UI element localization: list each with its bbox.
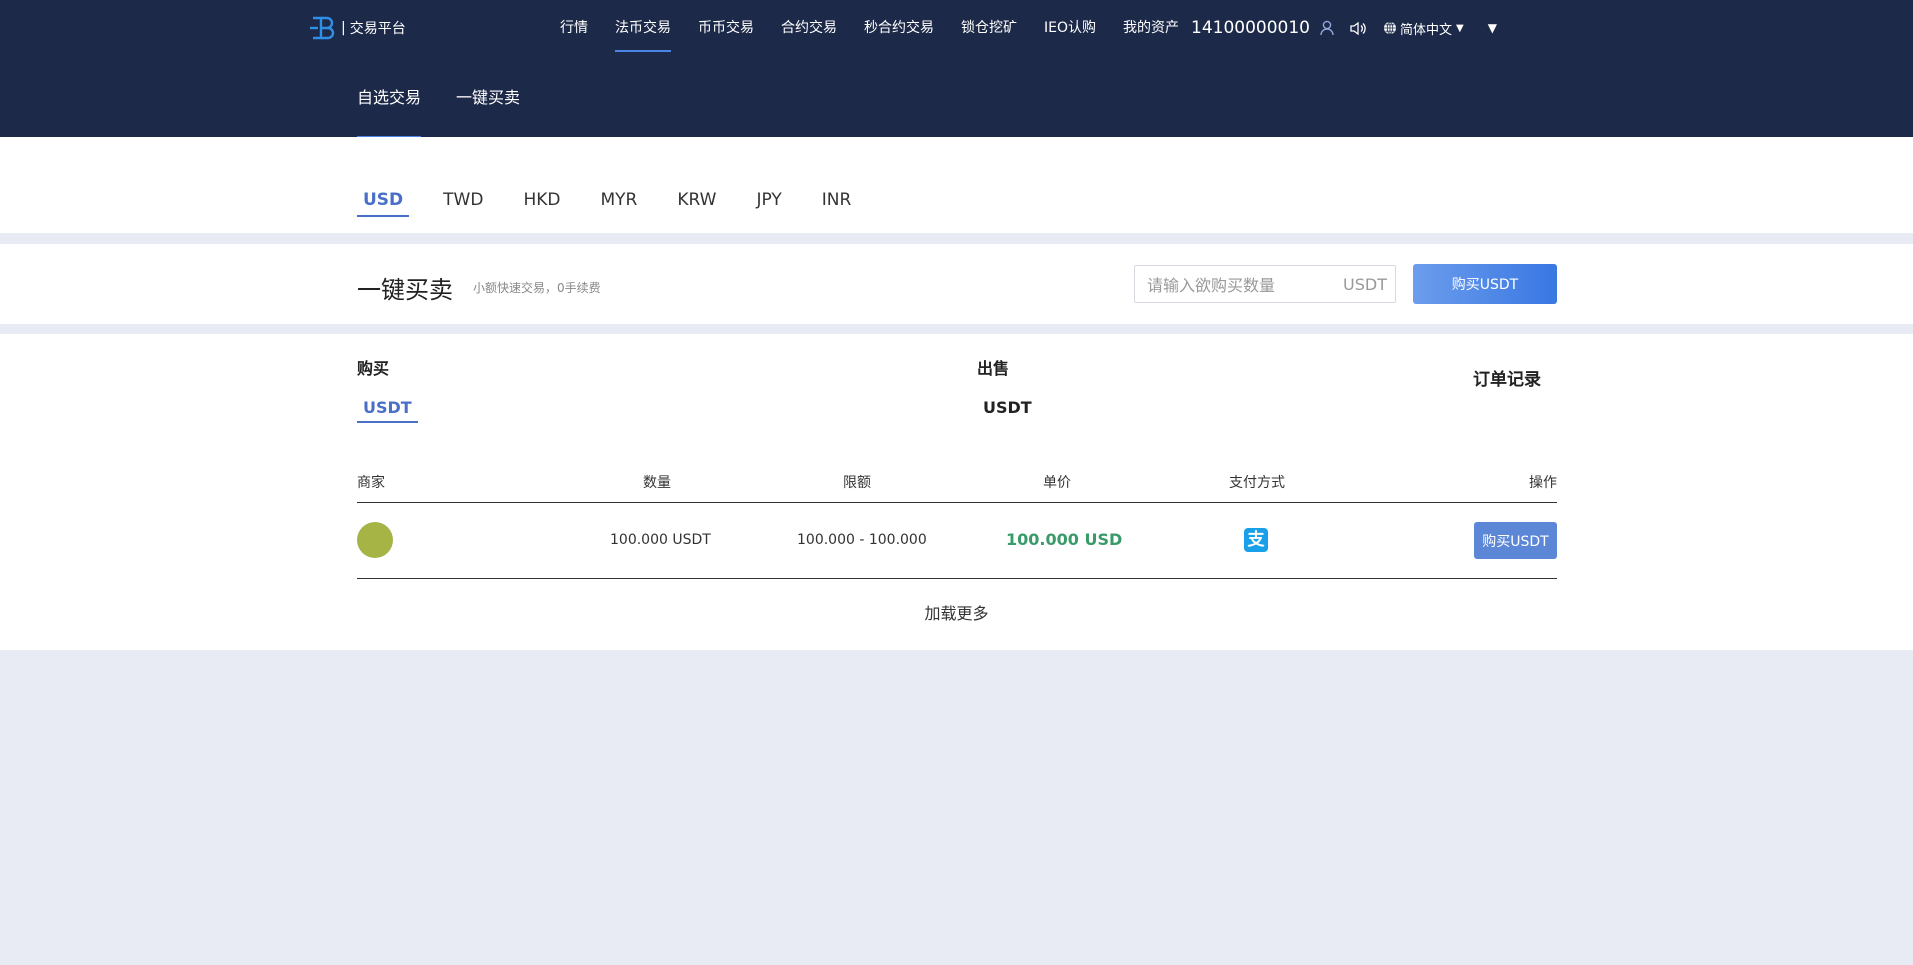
col-limit: 限额 [843,475,871,491]
col-amount: 数量 [643,475,671,491]
nav-second-contract[interactable]: 秒合约交易 [864,0,934,56]
quick-buy-button[interactable]: 购买USDT [1413,264,1557,304]
table-header: 商家 数量 限额 单价 支付方式 操作 [357,472,1557,503]
currency-tab-usd[interactable]: USD [357,190,410,217]
quick-amount-unit: USDT [1343,275,1387,294]
table-row: 100.000 USDT 100.000 - 100.000 100.000 U… [357,502,1557,579]
order-records-link[interactable]: 订单记录 [1473,365,1541,390]
subtab-custom-trade[interactable]: 自选交易 [357,84,422,139]
currency-tabs: USD TWD HKD MYR KRW JPY INR [357,190,885,217]
trade-subtabs: 自选交易 一键买卖 [357,84,555,139]
language-label: 简体中文 [1399,22,1452,38]
user-phone[interactable]: 14100000010 [1191,18,1310,38]
top-header: | 交易平台 行情 法币交易 币币交易 合约交易 秒合约交易 锁仓挖矿 IEO认… [0,0,1913,139]
nav-contract-trade[interactable]: 合约交易 [781,0,837,56]
nav-my-assets[interactable]: 我的资产 [1123,0,1179,56]
logo-separator: | [341,20,346,36]
col-merchant: 商家 [357,475,385,491]
load-more-link[interactable]: 加载更多 [924,604,988,623]
load-more: 加载更多 [0,600,1913,624]
currency-band: USD TWD HKD MYR KRW JPY INR [0,137,1913,233]
quick-trade-title: 一键买卖 [357,276,453,304]
buy-coin-tab-usdt[interactable]: USDT [357,398,418,423]
currency-tab-inr[interactable]: INR [816,190,858,214]
row-limit: 100.000 - 100.000 [797,532,927,548]
quick-trade-subtitle: 小额快速交易，0手续费 [473,281,601,295]
currency-tab-twd[interactable]: TWD [437,190,489,214]
main-nav: 行情 法币交易 币币交易 合约交易 秒合约交易 锁仓挖矿 IEO认购 我的资产 … [560,0,1497,56]
sell-label: 出售 [977,359,1010,378]
row-buy-button[interactable]: 购买USDT [1474,522,1557,559]
buy-label: 购买 [357,359,390,378]
logo[interactable]: | 交易平台 [309,14,406,42]
col-payment: 支付方式 [1229,475,1285,491]
language-selector[interactable]: 简体中文 ▼ [1383,19,1464,38]
quick-amount-field: USDT [1134,265,1396,304]
nav-lock-mining[interactable]: 锁仓挖矿 [961,0,1017,56]
quick-amount-input[interactable] [1145,266,1339,304]
chevron-down-icon: ▼ [1456,22,1464,34]
currency-tab-jpy[interactable]: JPY [750,190,787,214]
col-price: 单价 [1043,475,1071,491]
nav-market[interactable]: 行情 [560,0,588,56]
nav-ieo[interactable]: IEO认购 [1044,0,1096,56]
row-amount: 100.000 USDT [610,532,711,548]
globe-icon [1383,21,1396,35]
user-icon[interactable] [1320,20,1334,36]
merchant-avatar[interactable] [357,522,393,558]
row-price: 100.000 USD [1006,530,1123,549]
quick-trade-band: 一键买卖 小额快速交易，0手续费 USDT 购买USDT [0,244,1913,324]
alipay-icon: 支 [1244,528,1268,552]
nav-fiat-trade[interactable]: 法币交易 [615,0,671,56]
currency-tab-krw[interactable]: KRW [671,190,722,214]
col-action: 操作 [1529,475,1557,491]
logo-text: 交易平台 [349,21,406,37]
nav-coin-trade[interactable]: 币币交易 [698,0,754,56]
logo-icon [310,16,335,40]
currency-tab-myr[interactable]: MYR [595,190,644,214]
sell-coin-tab-usdt[interactable]: USDT [977,398,1038,421]
speaker-icon[interactable] [1350,21,1367,36]
more-menu-chevron-icon[interactable]: ▼ [1488,21,1497,35]
subtab-quick-trade[interactable]: 一键买卖 [456,84,520,122]
currency-tab-hkd[interactable]: HKD [517,190,566,214]
market-band: 购买 USDT 出售 USDT 订单记录 商家 数量 限额 单价 支付方式 操作… [0,334,1913,650]
